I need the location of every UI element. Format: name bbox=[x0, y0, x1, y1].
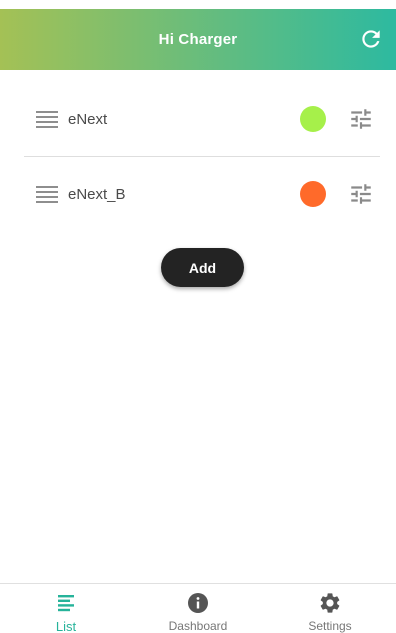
drag-handle-icon[interactable] bbox=[36, 186, 58, 203]
list-item[interactable]: eNext_B bbox=[24, 156, 380, 231]
status-indicator bbox=[300, 106, 326, 132]
nav-item-settings[interactable]: Settings bbox=[264, 584, 396, 633]
nav-label: Settings bbox=[308, 619, 352, 633]
status-indicator bbox=[300, 181, 326, 207]
nav-item-list[interactable]: List bbox=[0, 584, 132, 633]
nav-label: List bbox=[55, 619, 77, 633]
nav-item-dashboard[interactable]: Dashboard bbox=[132, 584, 264, 633]
tune-icon[interactable] bbox=[348, 106, 374, 132]
page-title: Hi Charger bbox=[158, 31, 238, 48]
list-icon bbox=[58, 595, 74, 612]
app-header: Hi Charger bbox=[0, 9, 396, 70]
charger-list: eNext eNext_B bbox=[0, 82, 396, 231]
list-item[interactable]: eNext bbox=[24, 82, 380, 156]
nav-label: Dashboard bbox=[168, 619, 228, 633]
add-button[interactable]: Add bbox=[161, 248, 244, 287]
drag-handle-icon[interactable] bbox=[36, 111, 58, 128]
tune-icon[interactable] bbox=[348, 181, 374, 207]
charger-name: eNext_B bbox=[68, 185, 126, 203]
gear-icon bbox=[320, 593, 340, 613]
charger-name: eNext bbox=[68, 110, 108, 128]
bottom-navigation: List Dashboard Settings bbox=[0, 583, 396, 633]
refresh-icon[interactable] bbox=[358, 26, 384, 52]
info-icon bbox=[188, 593, 208, 613]
app-screen: Hi Charger eNext eNext_B Add List Dashbo… bbox=[0, 0, 396, 633]
